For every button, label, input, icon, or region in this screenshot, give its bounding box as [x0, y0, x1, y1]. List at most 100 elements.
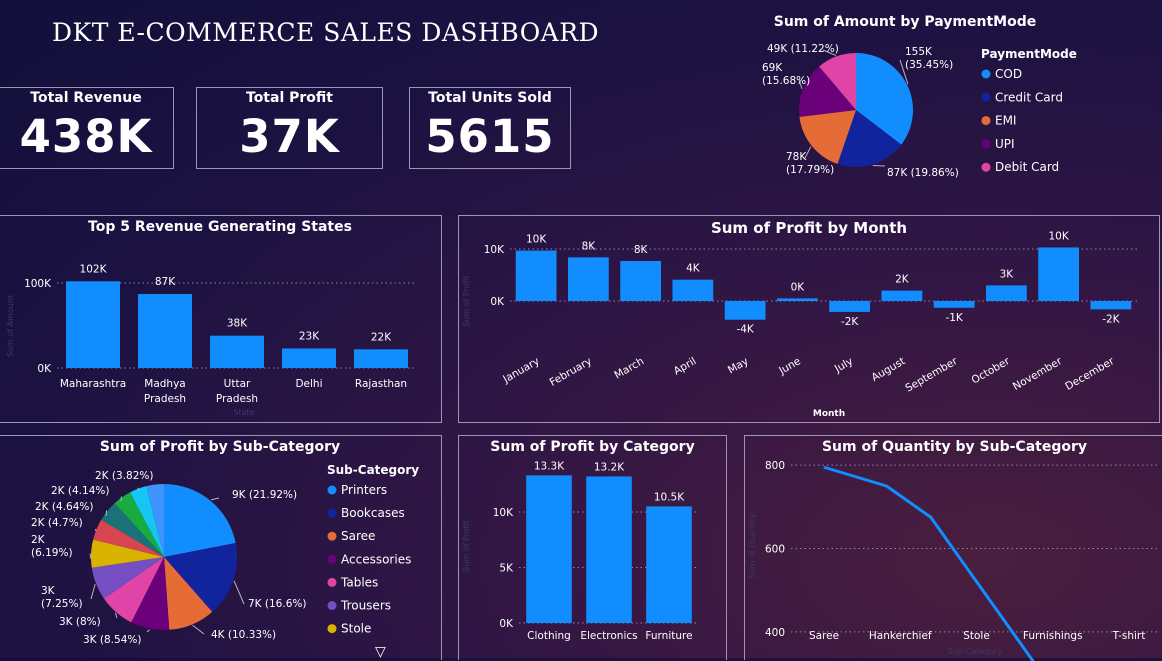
y-axis-title: Sum of Amount: [6, 295, 15, 357]
data-label: -2K: [1102, 313, 1120, 325]
x-axis-title: State: [233, 408, 254, 417]
legend-marker: [982, 139, 991, 148]
legend-marker: [328, 555, 337, 564]
month-bar-svg: 0K10K10KJanuary8KFebruary8KMarch4KApril-…: [459, 216, 1159, 422]
legend-item: Tables: [340, 575, 378, 589]
tick-label: 0K: [490, 296, 505, 308]
category-label: Pradesh: [216, 393, 258, 405]
bar: [934, 301, 975, 308]
leader-line: [106, 510, 107, 516]
dashboard-title: DKT E-COMMERCE SALES DASHBOARD: [52, 18, 599, 47]
data-label: 155K: [905, 46, 933, 58]
legend-marker: [328, 624, 337, 633]
data-label: 13.2K: [594, 461, 625, 473]
leader-line: [234, 581, 244, 604]
data-label: 22K: [371, 331, 392, 343]
y-axis-title: Sum of Quantity: [748, 513, 757, 579]
bar: [138, 294, 192, 368]
bar: [646, 506, 692, 623]
bar: [66, 281, 120, 368]
category-label: September: [903, 355, 960, 395]
data-label: 78K: [786, 151, 807, 163]
data-label: 3K: [41, 585, 56, 597]
kpi-label: Total Units Sold: [410, 90, 570, 106]
tick-label: 100K: [24, 278, 52, 290]
tick-label: 0K: [37, 363, 52, 375]
data-label: 87K: [155, 276, 176, 288]
category-label: April: [672, 355, 699, 377]
data-label: 23K: [299, 330, 320, 342]
payment-pie-svg: 155K(35.45%)87K (19.86%)78K(17.79%)69K(1…: [735, 8, 1160, 203]
subcategory-profit-panel[interactable]: Sum of Profit by Sub-Category 9K (21.92%…: [0, 435, 442, 660]
bar: [829, 301, 870, 312]
legend-title: Sub-Category: [327, 463, 419, 477]
leader-line: [193, 625, 204, 634]
category-label: August: [870, 355, 908, 384]
category-label: Madhya: [144, 378, 185, 390]
category-label: Stole: [963, 630, 990, 642]
legend-marker: [328, 532, 337, 541]
states-bar-svg: 0K100K102KMaharashtra87KMadhyaPradesh38K…: [0, 216, 441, 422]
states-chart-panel[interactable]: Top 5 Revenue Generating States 0K100K10…: [0, 215, 442, 423]
legend-item: Bookcases: [341, 506, 405, 520]
legend-marker: [328, 601, 337, 610]
legend-marker: [328, 486, 337, 495]
category-bar-svg: 0K5K10K13.3KClothing13.2KElectronics10.5…: [459, 436, 726, 661]
category-label: October: [969, 355, 1012, 387]
legend-item: UPI: [995, 137, 1015, 151]
data-label: 9K (21.92%): [232, 489, 297, 501]
kpi-label: Total Revenue: [0, 90, 173, 106]
kpi-value: 438K: [0, 110, 173, 163]
data-label: 3K (8%): [59, 616, 101, 628]
data-label: 2K: [895, 274, 910, 286]
category-chart-panel[interactable]: Sum of Profit by Category 0K5K10K13.3KCl…: [458, 435, 727, 660]
category-label: January: [500, 355, 541, 386]
tick-label: 5K: [499, 562, 514, 574]
category-label: December: [1063, 355, 1117, 393]
data-label: (7.25%): [41, 598, 83, 610]
legend-marker: [982, 70, 991, 79]
data-label: 38K: [227, 318, 248, 330]
tick-label: 800: [765, 460, 785, 472]
bar: [354, 349, 408, 368]
quantity-chart-panel[interactable]: Sum of Quantity by Sub-Category 40060080…: [744, 435, 1162, 660]
data-label: 3K: [1000, 268, 1015, 280]
kpi-card-total-units-sold[interactable]: Total Units Sold 5615: [409, 87, 571, 169]
legend-item: Trousers: [340, 599, 391, 613]
category-label: March: [612, 355, 646, 381]
category-label: Furniture: [645, 630, 692, 642]
legend-item: Saree: [341, 529, 375, 543]
category-label: Pradesh: [144, 393, 186, 405]
data-label: (6.19%): [31, 547, 73, 559]
legend-item: Debit Card: [995, 160, 1059, 174]
bar: [620, 261, 661, 301]
bar: [672, 280, 713, 301]
category-label: Hankerchief: [869, 630, 932, 642]
category-label: November: [1011, 355, 1065, 393]
legend-item: Stole: [341, 622, 371, 636]
y-axis-title: Sum of Profit: [462, 520, 471, 572]
bar: [1090, 301, 1131, 309]
legend-marker: [328, 578, 337, 587]
kpi-card-total-revenue[interactable]: Total Revenue 438K: [0, 87, 174, 169]
subcategory-pie-svg: 9K (21.92%)7K (16.6%)4K (10.33%)3K (8.54…: [0, 436, 441, 661]
leader-line: [90, 554, 91, 559]
data-label: 8K: [582, 240, 597, 252]
data-label: 2K (4.7%): [31, 517, 83, 529]
category-label: Uttar: [224, 378, 251, 390]
legend-item: COD: [995, 67, 1022, 81]
bar: [282, 348, 336, 368]
month-chart-panel[interactable]: Sum of Profit by Month 0K10K10KJanuary8K…: [458, 215, 1160, 423]
data-label: 4K (10.33%): [211, 629, 276, 641]
category-label: Maharashtra: [60, 378, 126, 390]
category-label: February: [548, 355, 594, 389]
data-label: 0K: [791, 281, 806, 293]
tick-label: 400: [765, 627, 785, 639]
category-label: May: [726, 355, 751, 376]
data-label: -2K: [841, 316, 859, 328]
y-axis-title: Sum of Profit: [462, 275, 471, 327]
category-label: Rajasthan: [355, 378, 407, 390]
payment-mode-chart[interactable]: Sum of Amount by PaymentMode 155K(35.45%…: [735, 8, 1160, 203]
kpi-card-total-profit[interactable]: Total Profit 37K: [196, 87, 383, 169]
data-label: 49K (11.22%): [767, 43, 839, 55]
